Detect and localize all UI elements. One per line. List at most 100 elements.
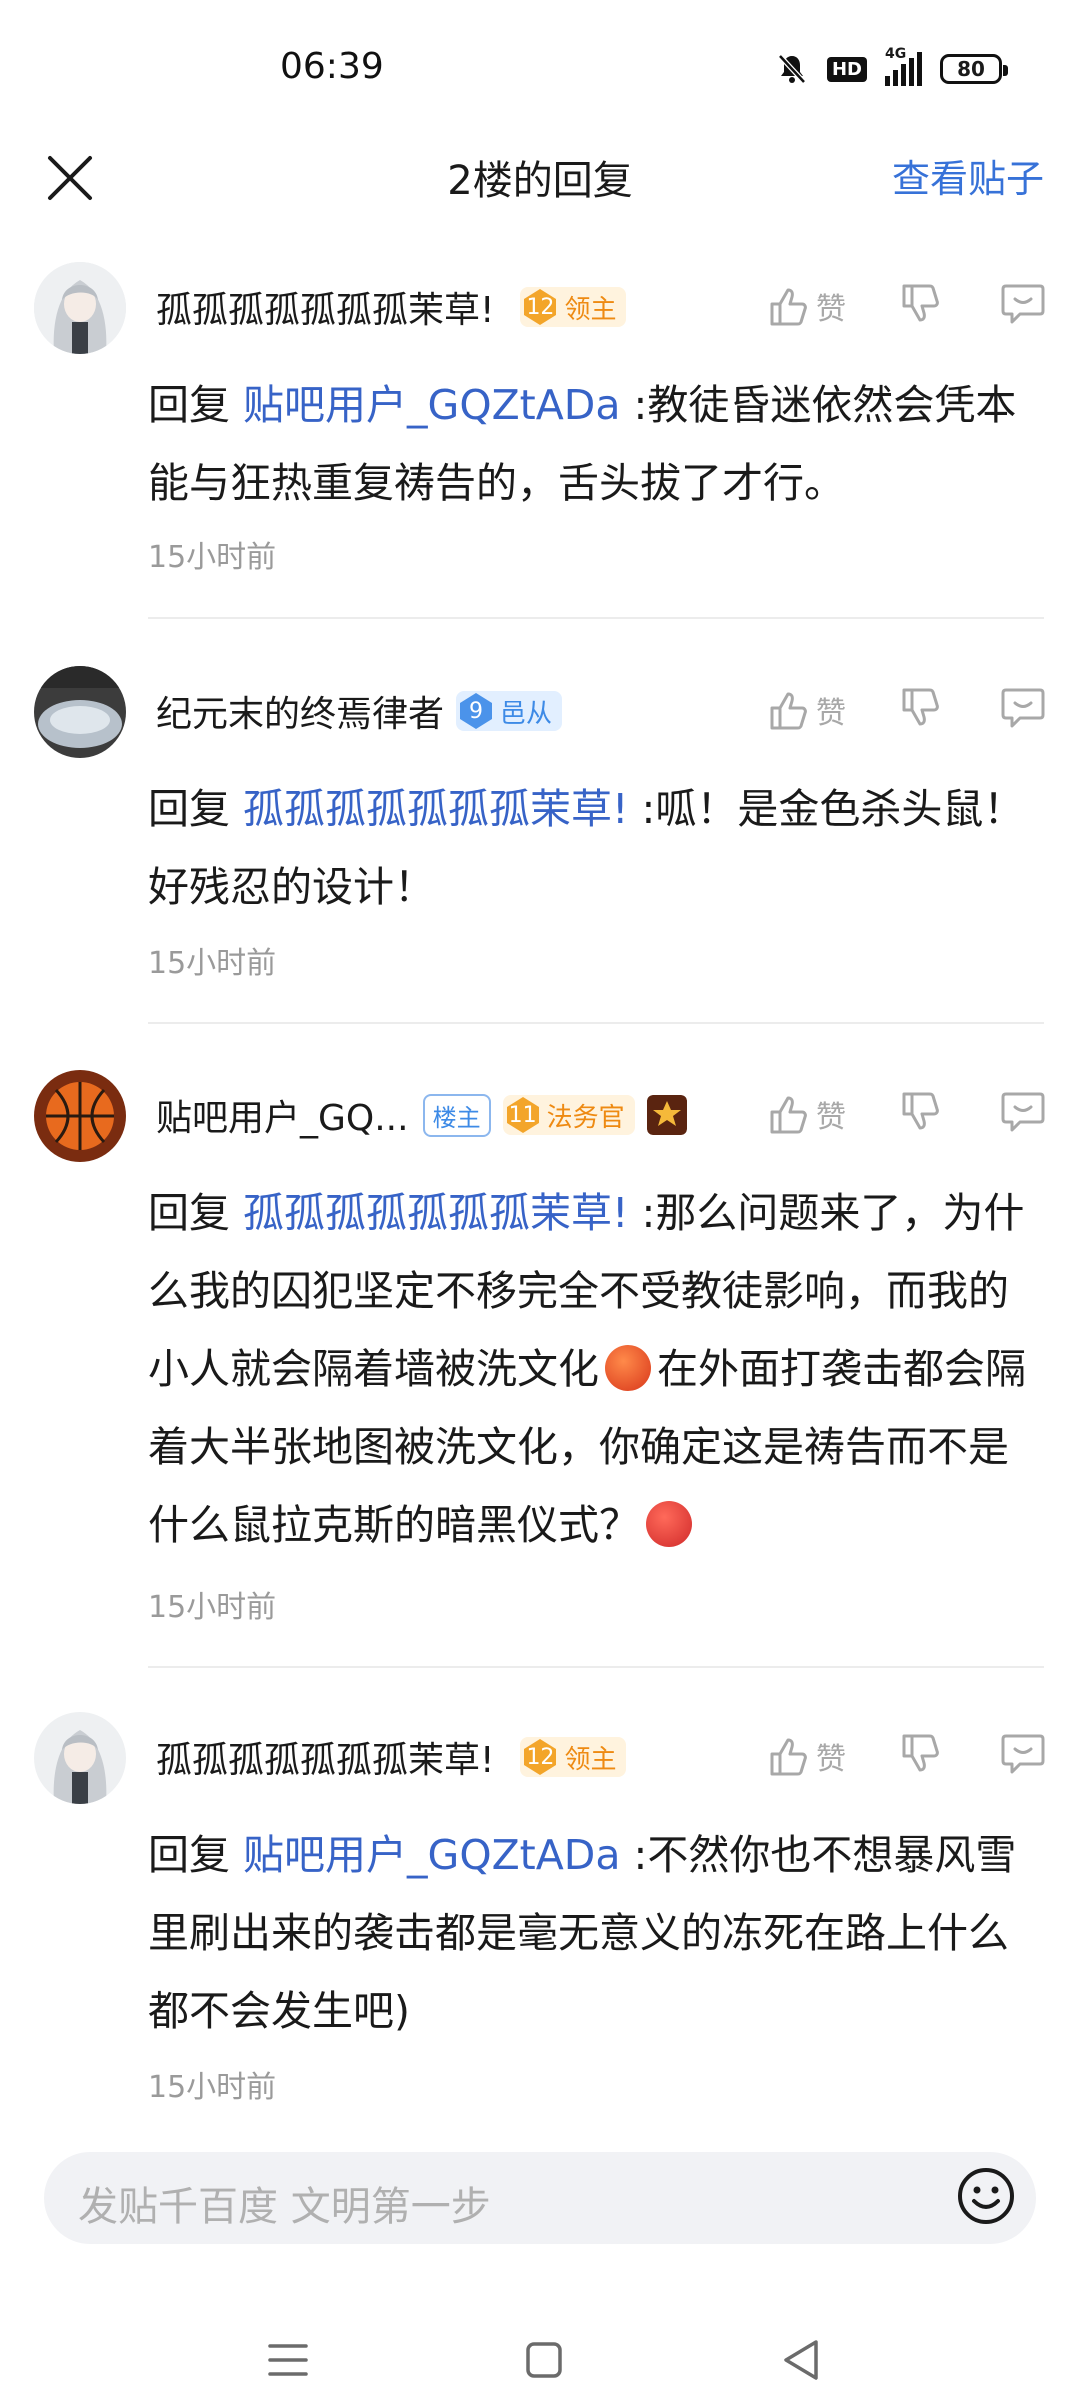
- user-info: 孤孤孤孤孤孤孤茉草! 12 领主: [156, 281, 627, 333]
- comment-icon: [1001, 284, 1045, 324]
- header: 2楼的回复 查看贴子: [0, 140, 1080, 250]
- status-icons: HD 4G 80: [775, 46, 1008, 86]
- comment-actions: 赞: [766, 1726, 1046, 1786]
- comment-content: 回复 孤孤孤孤孤孤孤茉草! :那么问题来了，为什么我的囚犯坚定不移完全不受教徒影…: [148, 1174, 1028, 1564]
- thumbs-down-icon: [902, 1092, 939, 1130]
- like-label: 赞: [816, 1742, 846, 1777]
- like-button[interactable]: 赞: [766, 1092, 846, 1136]
- comment-icon: [1001, 1092, 1045, 1132]
- avatar[interactable]: [34, 1070, 126, 1162]
- dislike-button[interactable]: [898, 1732, 942, 1780]
- username[interactable]: 贴吧用户_GQ...: [156, 1089, 409, 1141]
- user-info: 纪元末的终焉律者 9 邑从: [156, 685, 563, 737]
- thumbs-up-icon: [770, 1096, 807, 1134]
- thumbs-up-icon: [770, 692, 807, 730]
- divider: [148, 1666, 1044, 1668]
- reply-prefix: 回复: [148, 1831, 244, 1879]
- dislike-button[interactable]: [898, 1090, 942, 1138]
- mention-link[interactable]: 孤孤孤孤孤孤孤茉草!: [243, 1189, 628, 1237]
- reply-prefix: 回复: [148, 785, 244, 833]
- op-tag: 楼主: [422, 1093, 491, 1137]
- comment-icon: [1001, 688, 1045, 728]
- mention-link[interactable]: 贴吧用户_GQZtADa: [243, 1831, 620, 1879]
- avatar[interactable]: [34, 666, 126, 758]
- comment-time: 15小时前: [148, 946, 277, 981]
- menu-icon[interactable]: [258, 2330, 318, 2390]
- reply-button[interactable]: [1000, 282, 1046, 330]
- comment-content: 回复 贴吧用户_GQZtADa :教徒昏迷依然会凭本能与狂热重复祷告的，舌头拔了…: [148, 366, 1028, 522]
- username[interactable]: 孤孤孤孤孤孤孤茉草!: [156, 1731, 494, 1783]
- like-button[interactable]: 赞: [766, 688, 846, 732]
- comment-content: 回复 孤孤孤孤孤孤孤茉草! :呱！是金色杀头鼠！好残忍的设计！: [148, 770, 1028, 926]
- level-gem-icon: 9: [456, 691, 496, 731]
- comment-content: 回复 贴吧用户_GQZtADa :不然你也不想暴风雪里刷出来的袭击都是毫无意义的…: [148, 1816, 1028, 2050]
- divider: [148, 617, 1044, 619]
- reply-prefix: 回复: [148, 381, 244, 429]
- thumbs-down-icon: [902, 1734, 939, 1772]
- reply-button[interactable]: [1000, 1090, 1046, 1138]
- medal-icon: [646, 1095, 687, 1135]
- thumbs-down-icon: [902, 688, 939, 726]
- like-label: 赞: [816, 292, 846, 327]
- level-gem-icon: 12: [520, 287, 560, 327]
- battery-indicator: 80: [940, 54, 1008, 84]
- reply-prefix: 回复: [148, 1189, 244, 1237]
- level-badge: 12 领主: [520, 287, 627, 327]
- reply-button[interactable]: [1000, 686, 1046, 734]
- comment-actions: 赞: [766, 1084, 1046, 1144]
- like-button[interactable]: 赞: [766, 1734, 846, 1778]
- network-type-label: 4G: [885, 46, 907, 62]
- level-badge: 9 邑从: [456, 691, 563, 731]
- level-badge: 11 法务官: [502, 1095, 635, 1135]
- avatar[interactable]: [34, 262, 126, 354]
- home-icon[interactable]: [514, 2330, 574, 2390]
- status-bar: 06:39 HD 4G 80: [0, 0, 1080, 140]
- mention-link[interactable]: 贴吧用户_GQZtADa: [243, 381, 620, 429]
- level-number: 9: [469, 698, 484, 724]
- reply-input[interactable]: 发贴千百度 文明第一步: [44, 2152, 1036, 2244]
- level-number: 12: [526, 294, 555, 320]
- like-label: 赞: [816, 1100, 846, 1135]
- system-nav-bar: [0, 2290, 1080, 2400]
- mention-link[interactable]: 孤孤孤孤孤孤孤茉草!: [243, 785, 628, 833]
- comment-actions: 赞: [766, 276, 1046, 336]
- comment-actions: 赞: [766, 680, 1046, 740]
- mute-bell-icon: [778, 54, 806, 84]
- thumbs-up-icon: [770, 288, 807, 326]
- emoji-icon[interactable]: [956, 2166, 1016, 2226]
- comment-time: 15小时前: [148, 2070, 277, 2105]
- like-label: 赞: [816, 696, 846, 731]
- level-number: 11: [508, 1102, 537, 1128]
- view-post-link[interactable]: 查看贴子: [892, 148, 1044, 203]
- comment-time: 15小时前: [148, 540, 277, 575]
- signal-icon: 4G: [885, 46, 922, 86]
- comment-time: 15小时前: [148, 1590, 277, 1625]
- comment-icon: [1001, 1734, 1045, 1774]
- level-number: 12: [526, 1744, 555, 1770]
- username[interactable]: 孤孤孤孤孤孤孤茉草!: [156, 281, 494, 333]
- user-info: 贴吧用户_GQ... 楼主 11 法务官: [156, 1089, 687, 1141]
- level-gem-icon: 12: [520, 1737, 560, 1777]
- grimace-face-emoji-icon: [646, 1501, 692, 1547]
- level-title: 邑从: [500, 698, 553, 729]
- level-title: 领主: [564, 1744, 617, 1775]
- avatar[interactable]: [34, 1712, 126, 1804]
- level-title: 法务官: [546, 1102, 625, 1133]
- level-gem-icon: 11: [503, 1095, 543, 1135]
- user-info: 孤孤孤孤孤孤孤茉草! 12 领主: [156, 1731, 627, 1783]
- hd-icon: HD: [826, 56, 867, 82]
- reply-input-placeholder: 发贴千百度 文明第一步: [78, 2184, 491, 2230]
- reply-button[interactable]: [1000, 1732, 1046, 1780]
- username[interactable]: 纪元末的终焉律者: [156, 685, 444, 737]
- angry-face-emoji-icon: [605, 1345, 651, 1391]
- status-time: 06:39: [280, 46, 384, 87]
- back-icon[interactable]: [772, 2330, 832, 2390]
- dislike-button[interactable]: [898, 282, 942, 330]
- divider: [148, 1022, 1044, 1024]
- dislike-button[interactable]: [898, 686, 942, 734]
- thumbs-down-icon: [902, 284, 939, 322]
- level-title: 领主: [564, 294, 617, 325]
- thumbs-up-icon: [770, 1738, 807, 1776]
- like-button[interactable]: 赞: [766, 284, 846, 328]
- level-badge: 12 领主: [520, 1737, 627, 1777]
